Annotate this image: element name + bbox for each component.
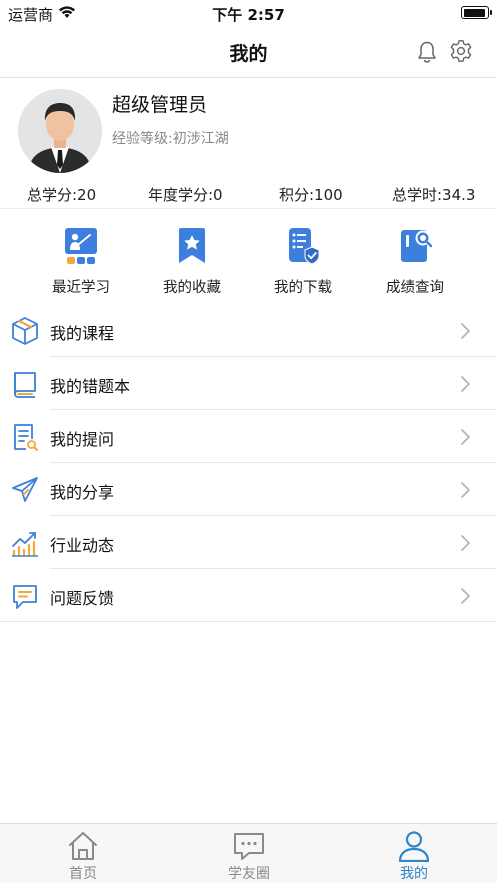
bookmark-star-icon — [179, 228, 205, 263]
course-box-icon — [12, 317, 38, 345]
stat-total-hours: 总学时:34.3 — [392, 186, 476, 204]
avatar[interactable] — [18, 89, 102, 173]
stat-total-credits: 总学分:20 — [27, 186, 97, 204]
tab-label: 首页 — [69, 866, 97, 882]
menu-label: 我的提问 — [50, 430, 115, 449]
chevron-right-icon — [461, 323, 470, 339]
menu-label: 行业动态 — [50, 536, 115, 555]
chevron-right-icon — [461, 535, 470, 551]
question-document-icon — [14, 424, 38, 451]
home-icon — [69, 832, 97, 860]
stat-annual-credits: 年度学分:0 — [148, 186, 223, 204]
person-icon — [398, 831, 430, 862]
paper-plane-icon — [12, 477, 38, 502]
chevron-right-icon — [461, 376, 470, 392]
profile-card[interactable]: 超级管理员 经验等级:初涉江湖 — [0, 78, 497, 178]
divider — [0, 208, 497, 209]
tab-study-circle[interactable]: 学友圈 — [166, 824, 332, 883]
stats-row: 总学分:20 年度学分:0 积分:100 总学时:34.3 — [0, 184, 497, 208]
quick-label: 最近学习 — [52, 280, 110, 296]
chat-bubble-icon — [234, 833, 264, 860]
quick-actions: 最近学习 我的收藏 我的下载 成绩查询 — [0, 220, 497, 300]
quick-favorites[interactable]: 我的收藏 — [137, 220, 247, 300]
menu-item-feedback[interactable]: 问题反馈 — [0, 569, 497, 622]
nav-bar: 我的 — [0, 28, 497, 78]
tab-label: 我的 — [400, 866, 428, 882]
menu-item-my-courses[interactable]: 我的课程 — [0, 304, 497, 357]
menu-label: 问题反馈 — [50, 589, 115, 608]
menu-item-wrong-answers[interactable]: 我的错题本 — [0, 357, 497, 410]
trend-chart-icon — [12, 532, 38, 557]
status-bar: 运营商 下午 2:57 — [0, 0, 497, 28]
quick-downloads[interactable]: 我的下载 — [248, 220, 358, 300]
battery-icon — [461, 6, 492, 19]
menu-label: 我的错题本 — [50, 377, 131, 396]
experience-level: 经验等级:初涉江湖 — [112, 131, 229, 147]
gear-icon[interactable] — [449, 39, 473, 63]
status-time: 下午 2:57 — [212, 6, 285, 24]
row-divider — [0, 621, 497, 622]
quick-grades[interactable]: 成绩查询 — [360, 220, 470, 300]
tab-home[interactable]: 首页 — [0, 824, 166, 883]
tab-mine[interactable]: 我的 — [331, 824, 497, 883]
menu-label: 我的分享 — [50, 483, 115, 502]
chevron-right-icon — [461, 429, 470, 445]
stat-points: 积分:100 — [279, 186, 343, 204]
chevron-right-icon — [461, 588, 470, 604]
feedback-chat-icon — [13, 585, 37, 609]
quick-label: 我的收藏 — [163, 280, 221, 296]
quick-label: 成绩查询 — [386, 280, 444, 296]
quick-recent-study[interactable]: 最近学习 — [26, 220, 136, 300]
tab-label: 学友圈 — [228, 866, 270, 882]
quick-label: 我的下载 — [274, 280, 332, 296]
menu-item-my-shares[interactable]: 我的分享 — [0, 463, 497, 516]
menu-item-my-questions[interactable]: 我的提问 — [0, 410, 497, 463]
download-checklist-icon — [289, 228, 320, 265]
notebook-icon — [14, 372, 36, 398]
user-name: 超级管理员 — [112, 94, 208, 116]
grade-search-icon — [401, 230, 433, 262]
bell-icon[interactable] — [416, 40, 438, 64]
menu-item-industry-news[interactable]: 行业动态 — [0, 516, 497, 569]
menu-label: 我的课程 — [50, 324, 115, 343]
tab-bar: 首页 学友圈 我的 — [0, 823, 497, 883]
chevron-right-icon — [461, 482, 470, 498]
teaching-screen-icon — [65, 228, 97, 264]
